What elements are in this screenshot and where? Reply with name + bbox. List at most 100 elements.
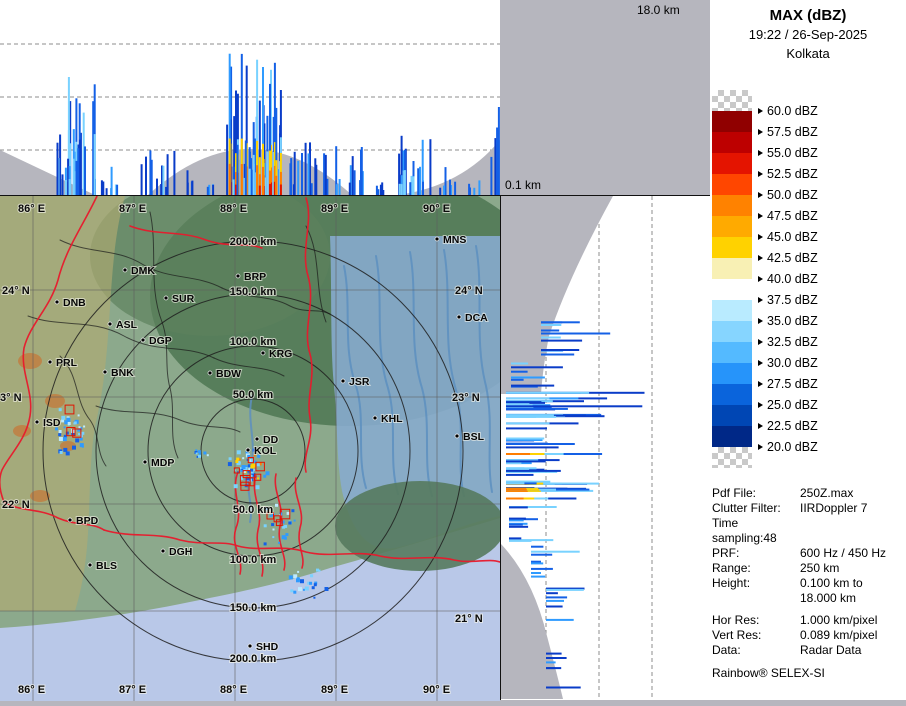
radar-display-root: { "header": { "product": "MAX (dBZ)", "d… [0, 0, 906, 701]
profile-bar [478, 180, 481, 195]
legend-label: 52.5 dBZ [758, 166, 818, 182]
city-label: BDW [216, 368, 241, 380]
city-marker [107, 321, 113, 327]
profile-bar [546, 686, 581, 689]
profile-bar [541, 324, 562, 326]
profile-bar [506, 405, 643, 408]
longitude-label: 86° E [18, 684, 45, 696]
city-marker [340, 378, 346, 384]
info-value [800, 516, 904, 546]
min-height-label: 0.1 km [505, 178, 542, 192]
radar-echo-pixel [257, 477, 260, 480]
radar-echo-pixel [58, 430, 62, 433]
info-row: PRF: 600 Hz / 450 Hz [712, 546, 904, 561]
legend-tick-arrow [758, 171, 763, 177]
latitude-label: 23° N [452, 392, 480, 404]
radar-echo-pixel [78, 433, 80, 436]
city-marker [142, 459, 148, 465]
profile-bar [145, 156, 147, 195]
info-label: Data: [712, 643, 741, 657]
profile-bar [419, 166, 421, 195]
legend-swatch [712, 384, 752, 405]
legend-swatch [712, 90, 752, 111]
radar-echo-pixel [83, 425, 86, 428]
legend-swatch [712, 447, 752, 468]
profile-bar [509, 525, 529, 528]
profile-bar [546, 599, 564, 602]
radar-echo-pixel [206, 454, 209, 457]
info-row: Data: Radar Data [712, 643, 904, 658]
legend-tick-arrow [758, 234, 763, 240]
legend-tick-arrow [758, 192, 763, 198]
profile-bar [381, 182, 384, 195]
profile-bar [506, 401, 542, 404]
range-ring-label: 150.0 km [230, 286, 277, 298]
profile-bar-core [403, 170, 406, 195]
profile-bar [506, 407, 568, 410]
city-marker [434, 236, 440, 242]
profile-bar [417, 168, 420, 195]
terrain-blockage-wedge [501, 544, 563, 699]
info-rows: Pdf File: 250Z.max Clutter Filter: IIRDoppl… [712, 486, 904, 658]
radar-echo-pixel [195, 452, 198, 455]
legend-swatch [712, 363, 752, 384]
info-label [712, 591, 800, 606]
latitude-label: 3° N [0, 392, 22, 404]
legend-label: 22.5 dBZ [758, 418, 818, 434]
profile-bar [212, 184, 215, 195]
profile-bar [473, 187, 476, 195]
profile-bar-core [279, 184, 282, 195]
profile-bar-core [506, 453, 530, 455]
profile-bar-core [258, 185, 261, 195]
info-row: Vert Res: 0.089 km/pixel [712, 628, 904, 643]
legend-label: 20.0 dBZ [758, 439, 818, 455]
legend-swatch [712, 300, 752, 321]
city-marker [260, 350, 266, 356]
profile-bar [297, 160, 300, 195]
city-label: PRL [56, 357, 78, 369]
radar-echo-pixel [72, 445, 76, 450]
radar-echo-pixel [251, 463, 256, 468]
profile-bar [56, 142, 59, 195]
radar-echo-pixel [62, 437, 67, 442]
city-label: DGP [149, 335, 172, 347]
profile-bar [304, 142, 307, 195]
radar-echo-pixel [282, 525, 286, 529]
legend-swatch [712, 405, 752, 426]
profile-bar-core [506, 422, 550, 425]
profile-bar-core [506, 391, 590, 394]
city-marker [122, 267, 128, 273]
radar-echo-pixel [303, 588, 305, 591]
top-profile-panel [0, 0, 500, 196]
profile-bar [443, 185, 446, 195]
legend-label-text: 22.5 dBZ [767, 419, 818, 433]
profile-bar [511, 376, 545, 379]
legend-label: 27.5 dBZ [758, 376, 818, 392]
info-label: Clutter Filter: [712, 501, 781, 515]
profile-bar-core [240, 164, 243, 195]
profile-bar-core [228, 163, 231, 195]
legend-tick-arrow [758, 276, 763, 282]
profile-bar [110, 188, 113, 195]
legend-label-text: 45.0 dBZ [767, 230, 818, 244]
profile-bar [290, 158, 293, 195]
legend-swatch [712, 321, 752, 342]
legend-label-text: 27.5 dBZ [767, 377, 818, 391]
city-marker [163, 295, 169, 301]
city-label: BNK [111, 367, 134, 379]
legend-label-text: 20.0 dBZ [767, 440, 818, 454]
legend-label: 55.0 dBZ [758, 145, 818, 161]
legend-label: 40.0 dBZ [758, 271, 818, 287]
legend-label: 25.0 dBZ [758, 397, 818, 413]
radar-echo-pixel [297, 570, 300, 573]
radar-echo-pixel [275, 503, 278, 507]
radar-echo-pixel [59, 451, 63, 454]
radar-echo-pixel [256, 463, 260, 467]
city-marker [207, 370, 213, 376]
info-row: Time sampling:48 [712, 516, 904, 546]
profile-bar [292, 184, 295, 195]
profile-bar [162, 165, 165, 195]
radar-echo-pixel [67, 422, 71, 425]
info-row: Hor Res: 1.000 km/pixel [712, 613, 904, 628]
profile-bar [509, 506, 528, 509]
